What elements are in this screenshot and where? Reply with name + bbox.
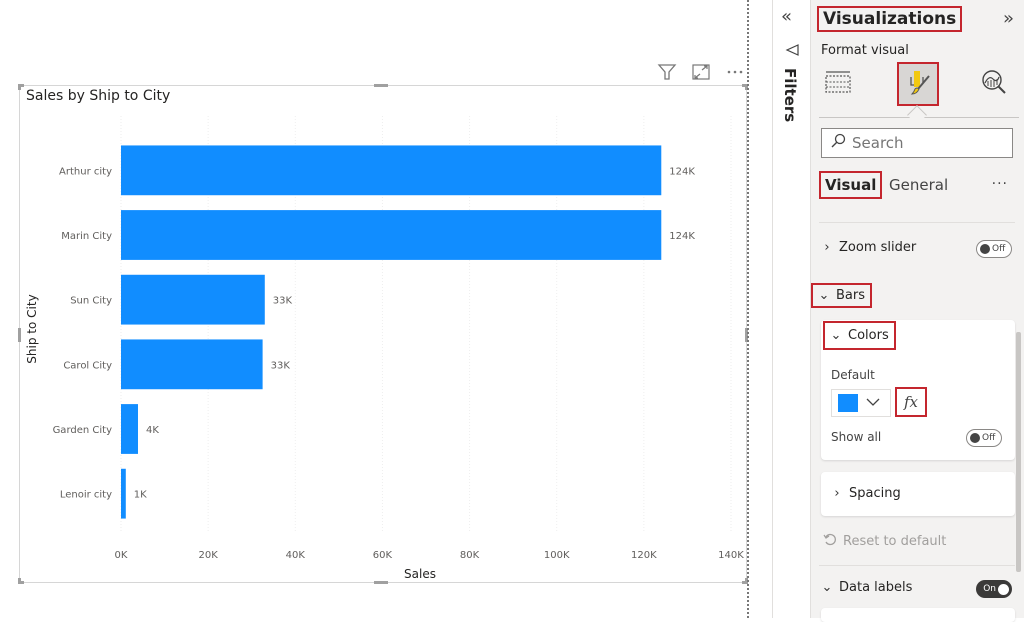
visual-header [656, 62, 746, 82]
bar[interactable] [121, 274, 265, 325]
bars-label: Bars [836, 288, 866, 303]
x-tick-label: 140K [718, 550, 744, 561]
show-all-label: Show all [831, 430, 882, 444]
chevron-down-icon [866, 396, 880, 410]
toggle-state: Off [982, 433, 996, 443]
more-options-button[interactable]: ··· [992, 176, 1008, 192]
colors-section[interactable]: ⌄ Colors [823, 321, 896, 350]
tab-analytics[interactable] [975, 64, 1013, 104]
bar[interactable] [121, 210, 662, 260]
filter-icon[interactable] [656, 62, 678, 82]
toggle-state: On [983, 584, 996, 594]
focus-mode-icon[interactable] [690, 62, 712, 82]
toggle-knob [980, 244, 990, 254]
colors-label: Colors [848, 328, 889, 343]
search-icon [830, 133, 846, 153]
bar[interactable] [121, 145, 662, 196]
category-label: Lenoir city [60, 490, 112, 501]
category-label: Marin City [61, 231, 112, 242]
visualizations-title: Visualizations [816, 6, 963, 32]
bar[interactable] [121, 468, 126, 519]
bars [121, 145, 662, 519]
x-axis-ticks: 0K 20K 40K 60K 80K 100K 120K 140K [115, 550, 745, 561]
filter-funnel-icon [785, 42, 799, 56]
toggle-knob [970, 433, 980, 443]
category-label: Sun City [70, 296, 112, 307]
data-label: 124K [669, 166, 695, 177]
x-tick-label: 100K [544, 550, 570, 561]
subtab-general[interactable]: General [889, 176, 948, 194]
undo-icon [823, 532, 837, 550]
chevron-down-icon: ⌄ [818, 288, 830, 303]
double-chevron-right-icon[interactable]: » [1003, 8, 1014, 29]
data-label: 33K [271, 360, 291, 371]
zoom-slider-section[interactable]: › Zoom slider [821, 240, 916, 255]
report-canvas: Sales by Ship to City Arthur city Marin C… [0, 0, 748, 618]
y-axis-title: Ship to City [25, 294, 39, 363]
filters-pane-collapsed[interactable]: « Filters [772, 0, 810, 618]
canvas-boundary [747, 0, 749, 618]
chevron-right-icon: › [834, 486, 840, 501]
data-labels-label: Data labels [839, 580, 913, 595]
x-tick-label: 20K [198, 550, 218, 561]
analytics-magnifier-icon [979, 67, 1009, 101]
color-swatch [838, 394, 858, 412]
reset-to-default-button[interactable]: Reset to default [823, 532, 946, 550]
x-tick-label: 80K [460, 550, 480, 561]
zoom-slider-label: Zoom slider [839, 240, 917, 255]
double-chevron-left-icon[interactable]: « [781, 6, 792, 27]
section-divider [819, 222, 1015, 223]
colors-card: ⌄ Colors Default fx Show all Off [821, 320, 1015, 460]
zoom-slider-toggle[interactable]: Off [976, 240, 1012, 258]
data-labels-section[interactable]: ⌄ Data labels [821, 580, 913, 595]
bars-section[interactable]: ⌄ Bars [810, 283, 873, 308]
data-labels-card [821, 608, 1015, 622]
filters-label[interactable]: Filters [781, 68, 799, 122]
data-label: 4K [146, 425, 159, 436]
category-labels: Arthur city Marin City Sun City Carol City G… [53, 166, 113, 500]
x-axis-title: Sales [404, 567, 436, 581]
toggle-state: Off [992, 244, 1006, 254]
visualizations-pane: Visualizations » Format visual Visual Ge… [810, 0, 1024, 622]
more-options-icon[interactable] [724, 62, 746, 82]
fields-icon [823, 68, 853, 100]
search-input[interactable] [852, 134, 1002, 152]
toggle-knob [998, 583, 1009, 595]
data-label: 124K [669, 231, 695, 242]
bar[interactable] [121, 339, 263, 390]
subtab-visual[interactable]: Visual [818, 171, 883, 199]
pane-scrollbar[interactable] [1016, 332, 1021, 572]
data-labels-toggle[interactable]: On [976, 580, 1012, 598]
x-tick-label: 120K [631, 550, 657, 561]
conditional-formatting-fx-button[interactable]: fx [895, 387, 927, 417]
chevron-right-icon: › [824, 240, 830, 255]
section-divider [819, 565, 1015, 566]
default-color-label: Default [831, 368, 875, 382]
category-label: Carol City [63, 360, 112, 371]
tab-build-visual[interactable] [819, 64, 857, 104]
spacing-label: Spacing [849, 486, 901, 501]
spacing-section[interactable]: › Spacing [831, 486, 901, 501]
data-label: 33K [273, 296, 293, 307]
chart-plot: Arthur city Marin City Sun City Carol City G… [25, 116, 745, 581]
color-picker-dropdown[interactable] [831, 389, 891, 417]
format-search-box[interactable] [821, 128, 1013, 158]
x-tick-label: 60K [373, 550, 393, 561]
chevron-down-icon: ⌄ [830, 328, 842, 343]
show-all-toggle[interactable]: Off [966, 429, 1002, 447]
bar[interactable] [121, 404, 138, 454]
format-visual-label: Format visual [821, 43, 909, 58]
bar-chart-visual[interactable]: Sales by Ship to City Arthur city Marin C… [18, 84, 748, 584]
tab-format-visual[interactable] [897, 62, 939, 106]
category-label: Garden City [53, 425, 113, 436]
x-tick-label: 0K [115, 550, 128, 561]
data-label: 1K [134, 490, 147, 501]
category-label: Arthur city [59, 166, 112, 177]
paint-roller-icon [903, 67, 933, 101]
spacing-card: › Spacing [821, 472, 1015, 516]
x-tick-label: 40K [286, 550, 306, 561]
chevron-down-icon: ⌄ [821, 580, 833, 595]
reset-label: Reset to default [843, 533, 947, 549]
